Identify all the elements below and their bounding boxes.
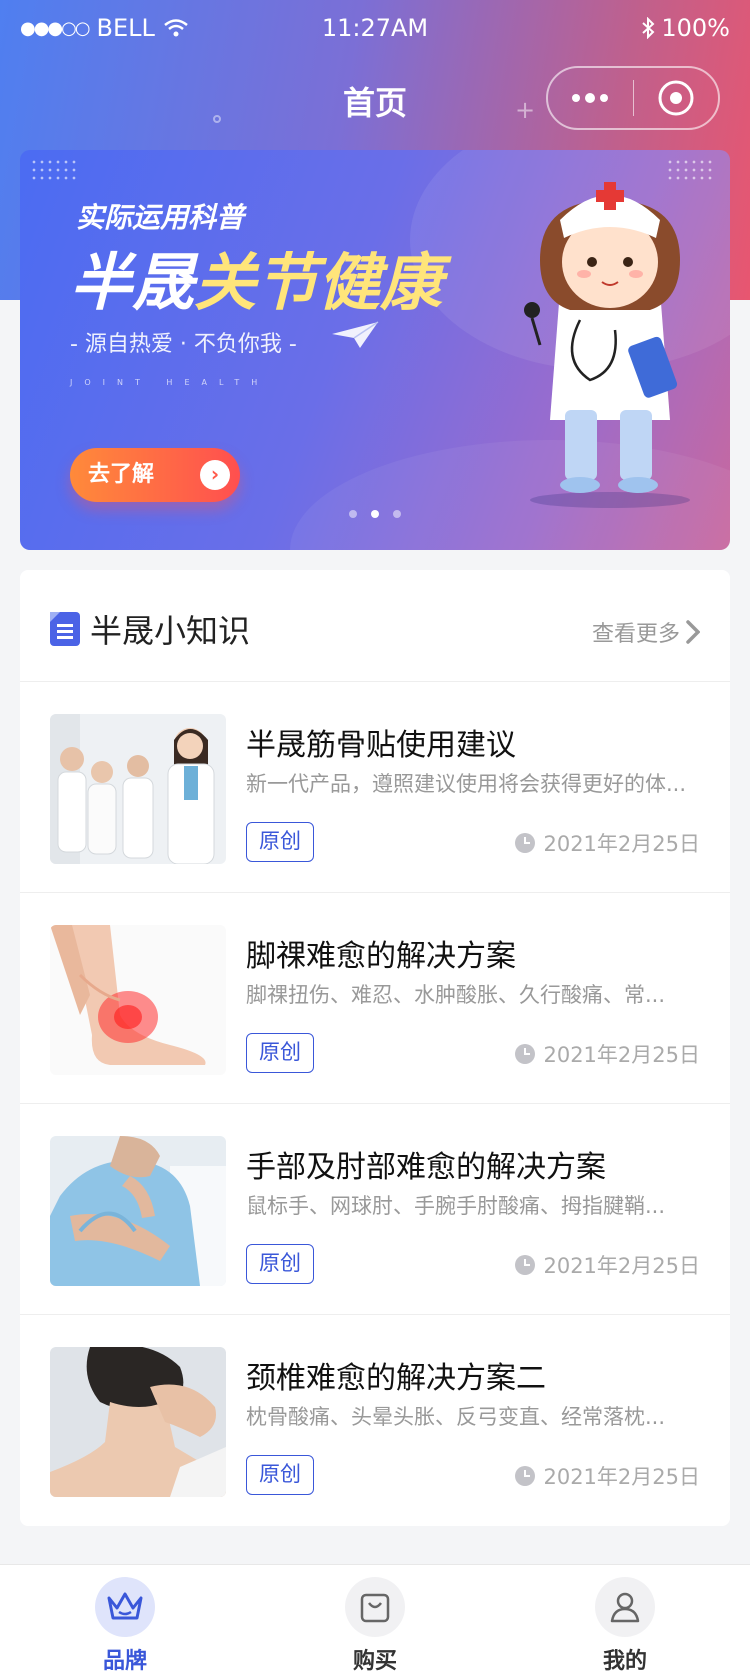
bluetooth-icon: [642, 17, 655, 39]
banner-subtitle: 实际运用科普: [76, 201, 245, 234]
tab-label: 品牌: [102, 1649, 147, 1674]
article-title: 脚祼难愈的解决方案: [246, 939, 516, 974]
original-tag: 原创: [246, 1455, 314, 1495]
article-desc: 新一代产品，遵照建议使用将会获得更好的体...: [246, 772, 687, 796]
banner-title-part1: 半晟: [70, 246, 195, 319]
chevron-right-icon: [686, 620, 700, 644]
banner-english-text: JOINT HEALTH: [70, 378, 270, 387]
section-title: 半晟小知识: [90, 612, 251, 650]
ankle-pain-image: [50, 925, 226, 1075]
elbow-pain-image: [50, 1136, 226, 1286]
tab-buy[interactable]: 购买: [250, 1565, 500, 1680]
knowledge-card: 半晟小知识 查看更多 半晟筋骨贴使用建议 新一代产品，遵照建议使用将会获得更好的…: [20, 570, 730, 1526]
pager-dot-active[interactable]: [371, 510, 379, 518]
bottom-tab-bar: 品牌 购买 我的: [0, 1564, 750, 1680]
article-date: 2021年2月25日: [515, 1461, 700, 1491]
target-icon: [658, 80, 694, 116]
banner-slogan: - 源自热爱 · 不负你我 -: [70, 332, 297, 357]
view-more-link[interactable]: 查看更多: [592, 616, 700, 648]
article-desc: 鼠标手、网球肘、手腕手肘酸痛、拇指腱鞘...: [246, 1194, 666, 1218]
article-item[interactable]: 手部及肘部难愈的解决方案 鼠标手、网球肘、手腕手肘酸痛、拇指腱鞘... 原创 2…: [20, 1104, 730, 1315]
article-date: 2021年2月25日: [515, 1250, 700, 1280]
banner-pager: [20, 510, 730, 518]
arrow-right-icon: ›: [200, 460, 230, 490]
article-date-text: 2021年2月25日: [543, 1254, 700, 1278]
user-icon: [595, 1577, 655, 1637]
more-dots-icon: [572, 93, 609, 103]
clock-icon: [515, 1044, 536, 1064]
original-tag: 原创: [246, 1244, 314, 1284]
clock-icon: [515, 1255, 536, 1275]
clock-icon: [515, 833, 536, 853]
tab-label: 购买: [352, 1649, 397, 1674]
article-date-text: 2021年2月25日: [543, 1465, 700, 1489]
article-date-text: 2021年2月25日: [543, 1043, 700, 1067]
banner-dot-pattern: [30, 158, 80, 184]
shopping-bag-icon: [345, 1577, 405, 1637]
learn-more-button[interactable]: 去了解 ›: [70, 448, 240, 502]
article-date-text: 2021年2月25日: [543, 832, 700, 856]
pager-dot[interactable]: [393, 510, 401, 518]
tab-label: 我的: [602, 1649, 647, 1674]
mini-program-capsule: [546, 66, 720, 130]
battery-label: 100%: [661, 14, 730, 42]
article-title: 半晟筋骨贴使用建议: [246, 728, 516, 763]
article-title: 手部及肘部难愈的解决方案: [246, 1150, 606, 1185]
paper-plane-icon: [332, 321, 379, 348]
pager-dot[interactable]: [349, 510, 357, 518]
article-title: 颈椎难愈的解决方案二: [246, 1361, 546, 1396]
status-time: 11:27AM: [321, 14, 429, 42]
article-item[interactable]: 颈椎难愈的解决方案二 枕骨酸痛、头晕头胀、反弓变直、经常落枕... 原创 202…: [20, 1315, 730, 1526]
article-thumbnail: [50, 714, 226, 864]
tab-brand[interactable]: 品牌: [0, 1565, 250, 1680]
tab-mine[interactable]: 我的: [500, 1565, 750, 1680]
neck-pain-image: [50, 1347, 226, 1497]
nurse-illustration: [524, 182, 690, 508]
article-desc: 脚祼扭伤、难忍、水肿酸胀、久行酸痛、常...: [246, 983, 666, 1007]
original-tag: 原创: [246, 1033, 314, 1073]
article-desc: 枕骨酸痛、头晕头胀、反弓变直、经常落枕...: [246, 1405, 666, 1429]
status-bar: ●●●○○ BELL 11:27AM 100%: [0, 0, 750, 56]
article-thumbnail: [50, 925, 226, 1075]
article-date: 2021年2月25日: [515, 828, 700, 858]
original-tag: 原创: [246, 822, 314, 862]
document-icon: [50, 612, 80, 646]
knowledge-header: 半晟小知识 查看更多: [20, 570, 730, 682]
article-thumbnail: [50, 1136, 226, 1286]
clock-icon: [515, 1466, 536, 1486]
article-item[interactable]: 半晟筋骨贴使用建议 新一代产品，遵照建议使用将会获得更好的体... 原创 202…: [20, 682, 730, 893]
article-thumbnail: [50, 1347, 226, 1497]
crown-icon: [95, 1577, 155, 1637]
article-item[interactable]: 脚祼难愈的解决方案 脚祼扭伤、难忍、水肿酸胀、久行酸痛、常... 原创 2021…: [20, 893, 730, 1104]
promo-banner[interactable]: 实际运用科普 半晟关节健康 - 源自热爱 · 不负你我 - JOINT HEAL…: [20, 150, 730, 550]
article-date: 2021年2月25日: [515, 1039, 700, 1069]
more-button[interactable]: [548, 68, 633, 128]
banner-title: 半晟关节健康: [70, 232, 442, 322]
learn-more-label: 去了解: [88, 462, 155, 487]
doctors-team-image: [50, 714, 226, 864]
close-mini-program-button[interactable]: [634, 68, 719, 128]
view-more-label: 查看更多: [591, 622, 680, 647]
banner-title-part2: 关节健康: [194, 246, 443, 319]
